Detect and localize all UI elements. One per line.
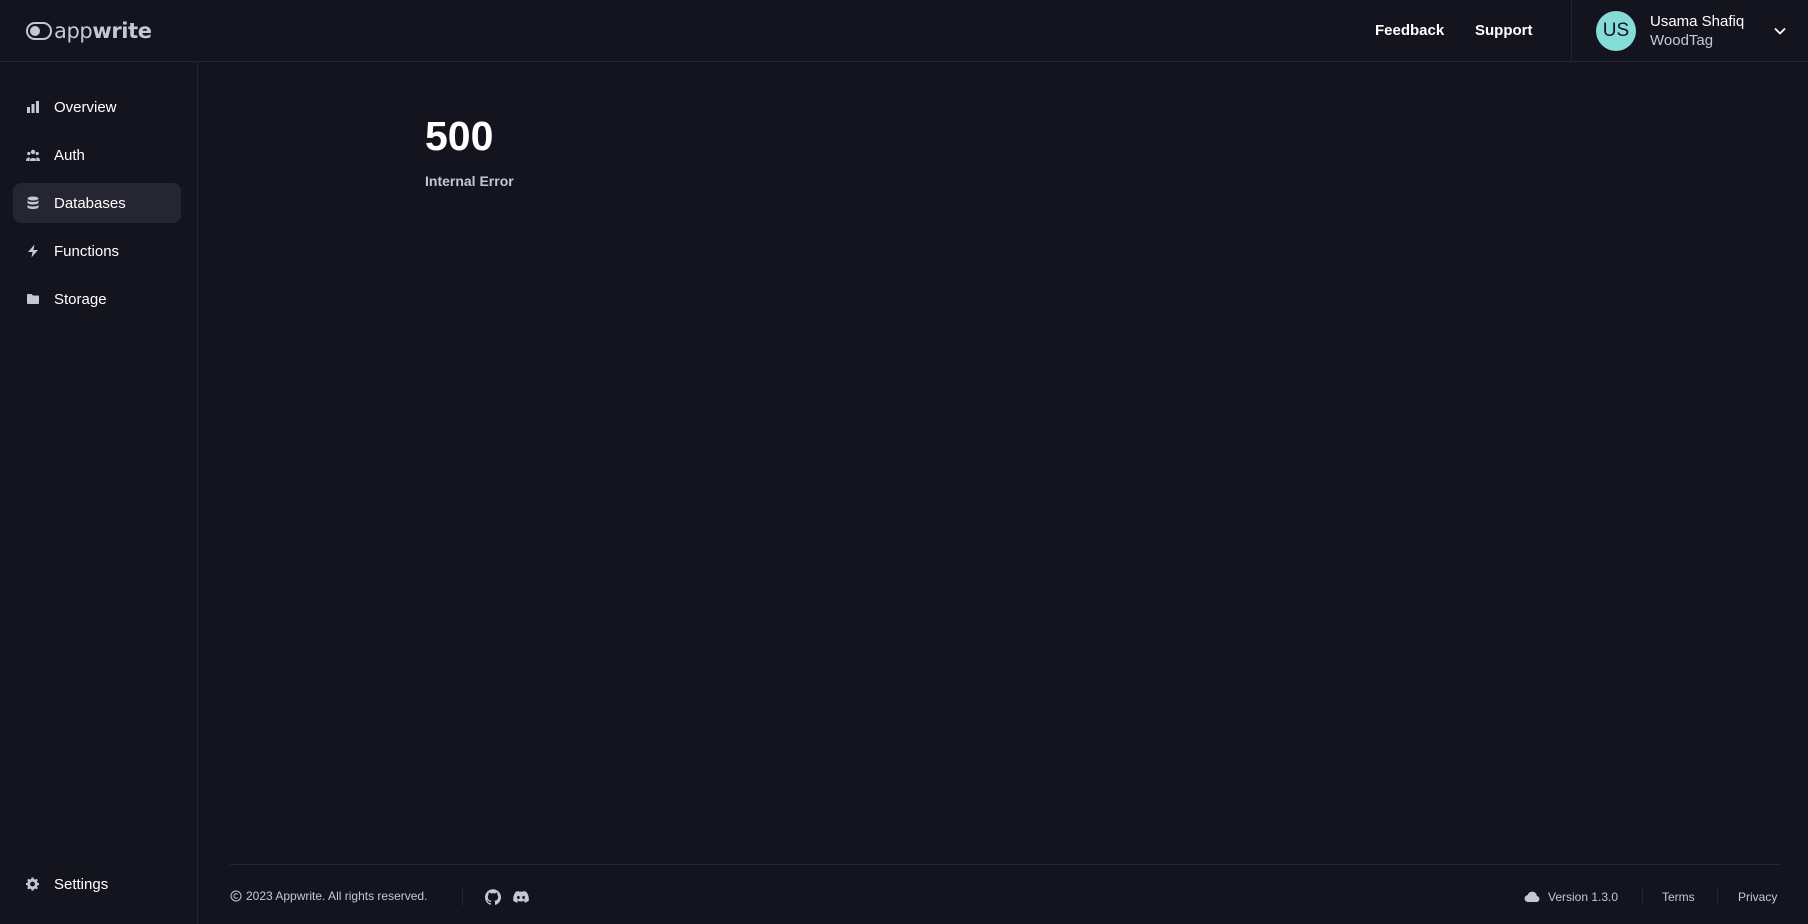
- chart-bar-icon: [25, 99, 41, 115]
- database-icon: [25, 195, 41, 211]
- header-divider: [1571, 0, 1572, 62]
- discord-icon[interactable]: [513, 889, 529, 905]
- cloud-icon: [1524, 891, 1540, 902]
- error-message: Internal Error: [425, 173, 514, 189]
- terms-link[interactable]: Terms: [1662, 890, 1695, 904]
- version-info: Version 1.3.0: [1524, 889, 1618, 905]
- sidebar-item-functions[interactable]: Functions: [13, 231, 181, 271]
- cog-icon: [25, 876, 41, 892]
- sidebar-item-storage[interactable]: Storage: [13, 279, 181, 319]
- lightning-bolt-icon: [25, 243, 41, 259]
- users-icon: [25, 147, 41, 163]
- error-code: 500: [425, 113, 494, 159]
- logo-text-bold: write: [92, 18, 152, 43]
- privacy-link[interactable]: Privacy: [1738, 890, 1777, 904]
- copyright: 2023 Appwrite. All rights reserved.: [230, 889, 427, 903]
- copyright-text: 2023 Appwrite. All rights reserved.: [246, 889, 428, 903]
- sidebar-item-label: Functions: [54, 242, 120, 260]
- sidebar-item-settings[interactable]: Settings: [13, 864, 181, 904]
- user-menu-button[interactable]: US Usama Shafiq WoodTag: [1596, 11, 1792, 51]
- logo-text-light: app: [54, 18, 93, 43]
- sidebar: Overview Auth Databases Functions Storag…: [0, 62, 198, 924]
- top-header: appwrite Feedback Support US Usama Shafi…: [0, 0, 1808, 62]
- copyright-icon: [230, 890, 242, 902]
- sidebar-item-label: Auth: [54, 146, 85, 164]
- footer-divider: [230, 864, 1780, 865]
- sidebar-item-label: Databases: [54, 194, 126, 212]
- folder-icon: [25, 291, 41, 307]
- github-icon[interactable]: [485, 889, 501, 905]
- version-text: Version 1.3.0: [1548, 890, 1619, 904]
- sidebar-item-label: Storage: [54, 290, 107, 308]
- sidebar-item-auth[interactable]: Auth: [13, 135, 181, 175]
- sidebar-item-label: Settings: [54, 875, 109, 893]
- sidebar-item-databases[interactable]: Databases: [13, 183, 181, 223]
- footer-separator: [1717, 888, 1718, 906]
- appwrite-logo[interactable]: appwrite: [26, 18, 152, 44]
- logo-text: appwrite: [54, 18, 152, 43]
- feedback-link[interactable]: Feedback: [1375, 22, 1444, 39]
- support-link[interactable]: Support: [1475, 22, 1533, 39]
- sidebar-item-label: Overview: [54, 98, 117, 116]
- chevron-down-icon: [1774, 28, 1786, 35]
- appwrite-logo-icon: [26, 22, 52, 40]
- avatar: US: [1596, 11, 1636, 51]
- user-name: Usama Shafiq: [1650, 13, 1745, 30]
- organization-name: WoodTag: [1650, 32, 1714, 49]
- footer-separator: [1642, 888, 1643, 906]
- footer-separator: [462, 888, 463, 906]
- sidebar-item-overview[interactable]: Overview: [13, 87, 181, 127]
